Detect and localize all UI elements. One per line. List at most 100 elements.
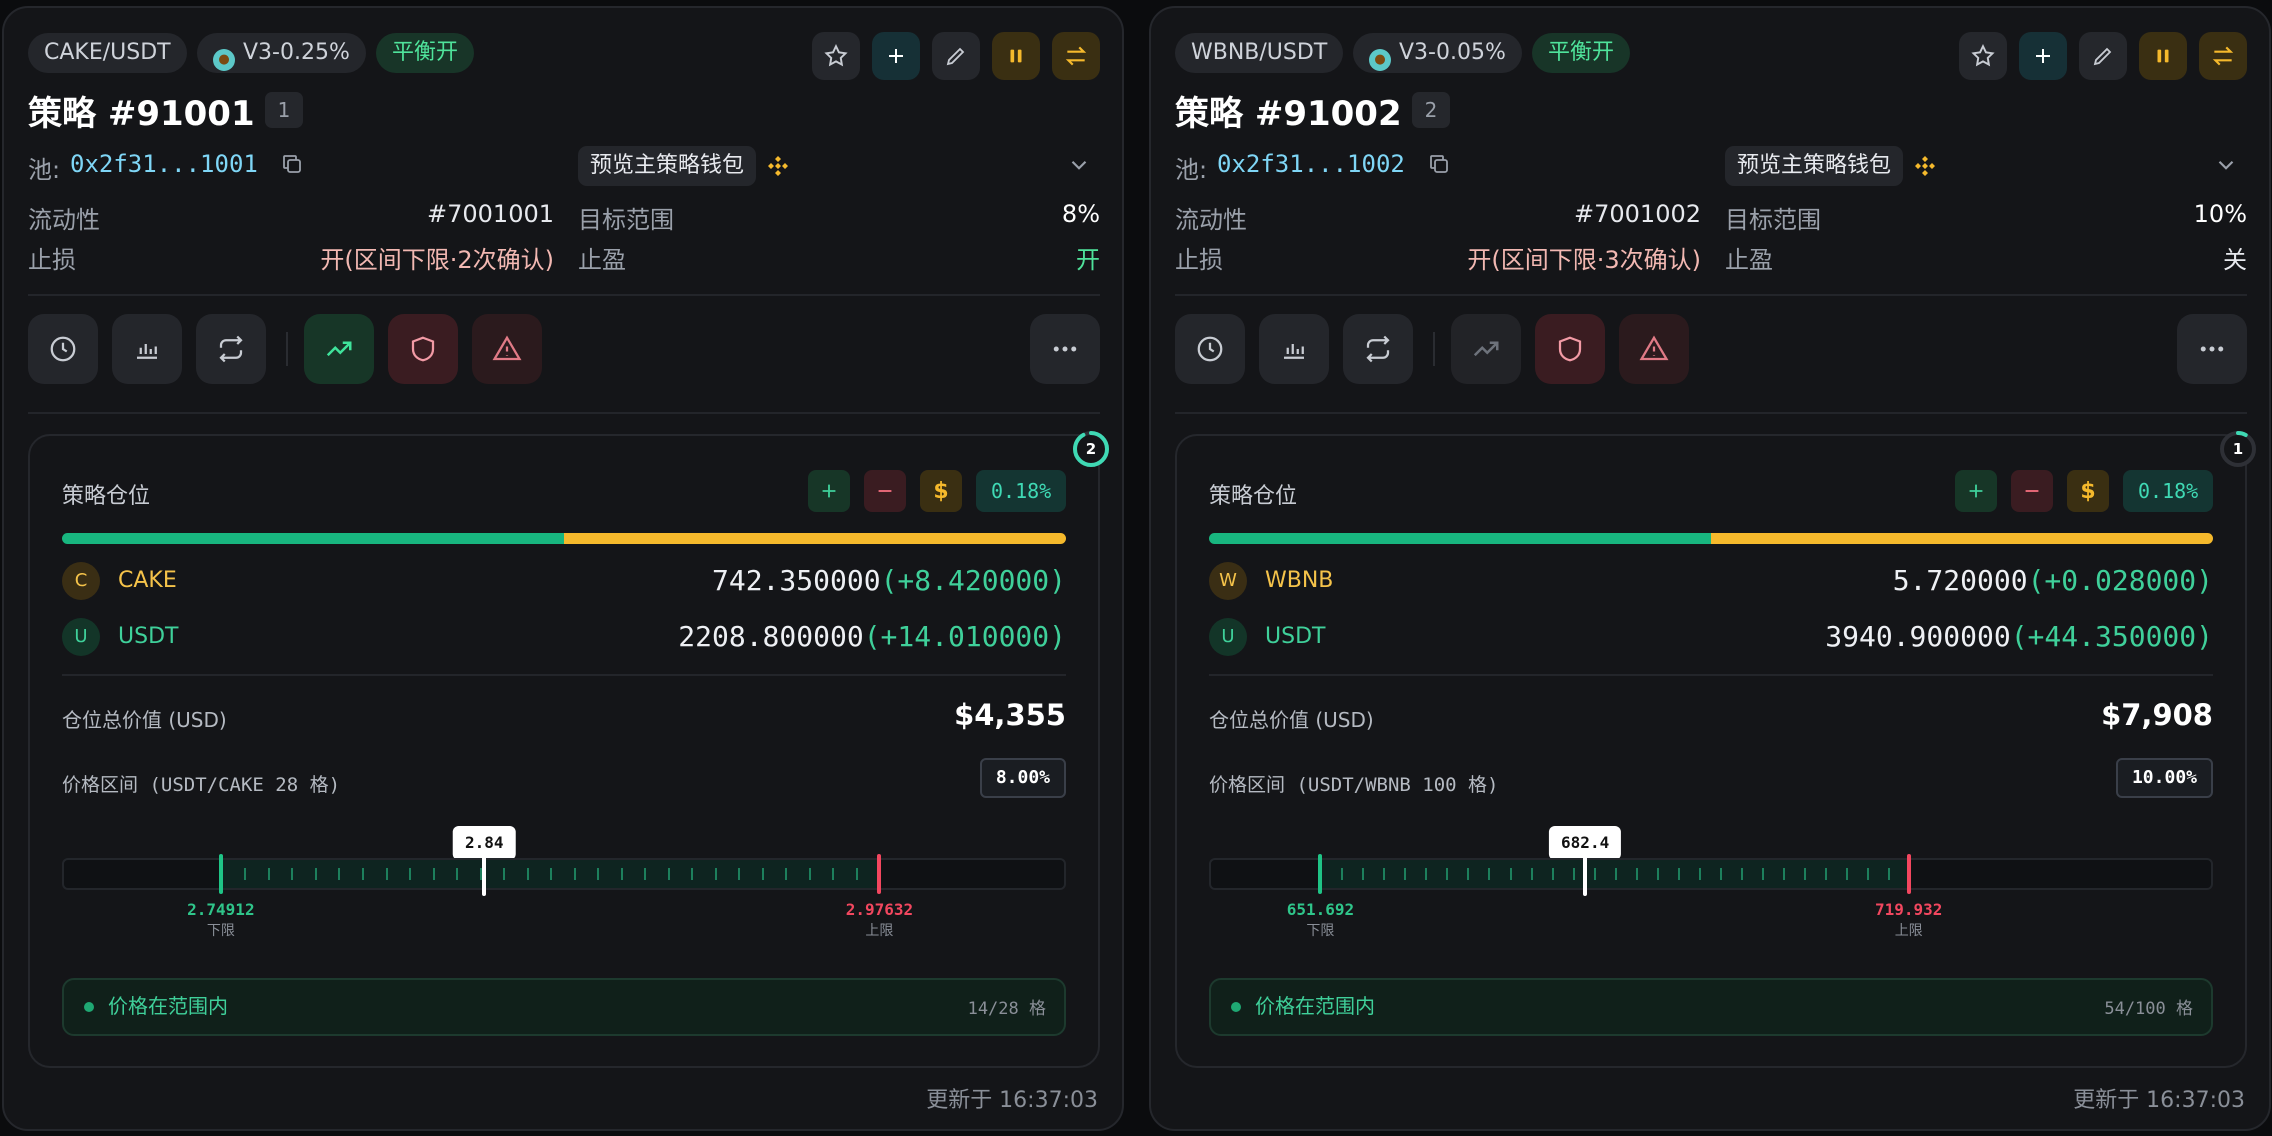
edit-button[interactable] xyxy=(2079,32,2127,80)
grid-tick xyxy=(1824,868,1827,880)
add-button[interactable] xyxy=(872,32,920,80)
grid-status: 54/100 格 xyxy=(2104,999,2193,1019)
allocation-bar xyxy=(62,533,1066,544)
lower-bound-value: 651.692 xyxy=(1286,900,1355,919)
lower-bound-label: 下限 xyxy=(1306,923,1335,939)
stop-loss-label: 止损 xyxy=(28,246,76,274)
stop-loss-toggle[interactable] xyxy=(388,314,458,384)
confirm-count-ring: 1 xyxy=(2220,431,2256,467)
alert-button[interactable] xyxy=(472,314,542,384)
pencil-icon xyxy=(2093,47,2112,66)
stop-loss-value: 开(区间下限·3次确认) xyxy=(1467,246,1701,274)
fee-tier-label: V3-0.05% xyxy=(1399,40,1506,65)
grid-tick xyxy=(1530,868,1533,880)
collect-fees-button[interactable]: $ xyxy=(920,470,962,512)
chart-button[interactable] xyxy=(1259,314,1329,384)
lower-bound-marker xyxy=(1318,854,1323,894)
alert-button[interactable] xyxy=(1619,314,1689,384)
pool-address[interactable]: 0x2f31...1001 xyxy=(70,150,258,178)
token-name: WBNB xyxy=(1265,568,1334,593)
grid-tick xyxy=(1425,868,1428,880)
copy-icon xyxy=(283,155,301,173)
history-button[interactable] xyxy=(28,314,98,384)
target-range-label: 目标范围 xyxy=(1725,206,1821,234)
grid-tick xyxy=(1362,868,1365,880)
plus-icon xyxy=(1969,484,1983,498)
remove-position-button[interactable] xyxy=(864,470,906,512)
remove-position-button[interactable] xyxy=(2011,470,2053,512)
pencil-icon xyxy=(946,47,965,66)
preview-wallet-button[interactable]: 预览主策略钱包 xyxy=(578,146,757,186)
expand-button[interactable] xyxy=(2213,152,2239,182)
grid-tick xyxy=(526,868,529,880)
more-button[interactable] xyxy=(2177,314,2247,384)
expand-button[interactable] xyxy=(1066,152,1092,182)
target-range-label: 目标范围 xyxy=(578,206,674,234)
bar-chart-icon xyxy=(1284,344,1304,359)
pool-address[interactable]: 0x2f31...1002 xyxy=(1217,150,1405,178)
bar-chart-icon xyxy=(137,344,157,359)
copy-button[interactable] xyxy=(1427,152,1451,180)
position-percent: 0.18% xyxy=(2123,470,2214,512)
grid-tick xyxy=(385,868,388,880)
grid-tick xyxy=(1845,868,1848,880)
take-profit-toggle[interactable] xyxy=(1451,314,1521,384)
grid-tick xyxy=(1488,868,1491,880)
take-profit-label: 止盈 xyxy=(1725,246,1773,274)
liquidity-value: #7001002 xyxy=(1574,200,1701,228)
current-price-marker xyxy=(1583,856,1588,896)
grid-tick xyxy=(738,868,741,880)
grid-tick xyxy=(644,868,647,880)
price-range-slider xyxy=(62,854,1066,896)
current-price-label: 682.4 xyxy=(1549,826,1622,860)
upper-bound-value: 719.932 xyxy=(1874,900,1943,919)
favorite-button[interactable] xyxy=(1959,32,2007,80)
grid-tick xyxy=(785,868,788,880)
pair-chip: CAKE/USDT xyxy=(28,33,187,73)
more-button[interactable] xyxy=(1030,314,1100,384)
status-dot xyxy=(84,1002,94,1012)
stop-loss-toggle[interactable] xyxy=(1535,314,1605,384)
favorite-button[interactable] xyxy=(812,32,860,80)
grid-tick xyxy=(1572,868,1575,880)
liquidity-label: 流动性 xyxy=(28,206,100,234)
pause-button[interactable] xyxy=(2139,32,2187,80)
grid-tick xyxy=(1887,868,1890,880)
upper-bound-label: 上限 xyxy=(1894,923,1923,939)
pool-label: 池: xyxy=(28,156,61,184)
collect-fees-button[interactable]: $ xyxy=(2067,470,2109,512)
grid-tick xyxy=(1698,868,1701,880)
token-icon: U xyxy=(1209,618,1247,656)
clock-icon xyxy=(50,336,76,362)
rebalance-button[interactable] xyxy=(196,314,266,384)
total-value: $4,355 xyxy=(954,698,1066,732)
repeat-icon xyxy=(219,335,243,363)
swap-button[interactable] xyxy=(1052,32,1100,80)
strategy-title: 策略 #91002 xyxy=(1175,94,1402,134)
pool-label: 池: xyxy=(1175,156,1208,184)
rebalance-button[interactable] xyxy=(1343,314,1413,384)
token-name: USDT xyxy=(1265,624,1326,649)
pause-button[interactable] xyxy=(992,32,1040,80)
plus-icon xyxy=(822,484,836,498)
svg-text:2: 2 xyxy=(1086,440,1096,458)
token-name: CAKE xyxy=(118,568,177,593)
range-percent: 10.00% xyxy=(2115,758,2213,798)
current-price-marker xyxy=(482,856,487,896)
preview-wallet-button[interactable]: 预览主策略钱包 xyxy=(1725,146,1904,186)
position-percent: 0.18% xyxy=(976,470,1067,512)
swap-button[interactable] xyxy=(2199,32,2247,80)
add-button[interactable] xyxy=(2019,32,2067,80)
history-button[interactable] xyxy=(1175,314,1245,384)
take-profit-toggle[interactable] xyxy=(304,314,374,384)
add-position-button[interactable] xyxy=(1955,470,1997,512)
chart-button[interactable] xyxy=(112,314,182,384)
edit-button[interactable] xyxy=(932,32,980,80)
token-icon: C xyxy=(62,562,100,600)
fee-tier-label: V3-0.25% xyxy=(243,40,350,65)
add-position-button[interactable] xyxy=(808,470,850,512)
position-title: 策略仓位 xyxy=(1209,484,1298,509)
grid-tick xyxy=(338,868,341,880)
grid-tick xyxy=(1866,868,1869,880)
copy-button[interactable] xyxy=(280,152,304,180)
